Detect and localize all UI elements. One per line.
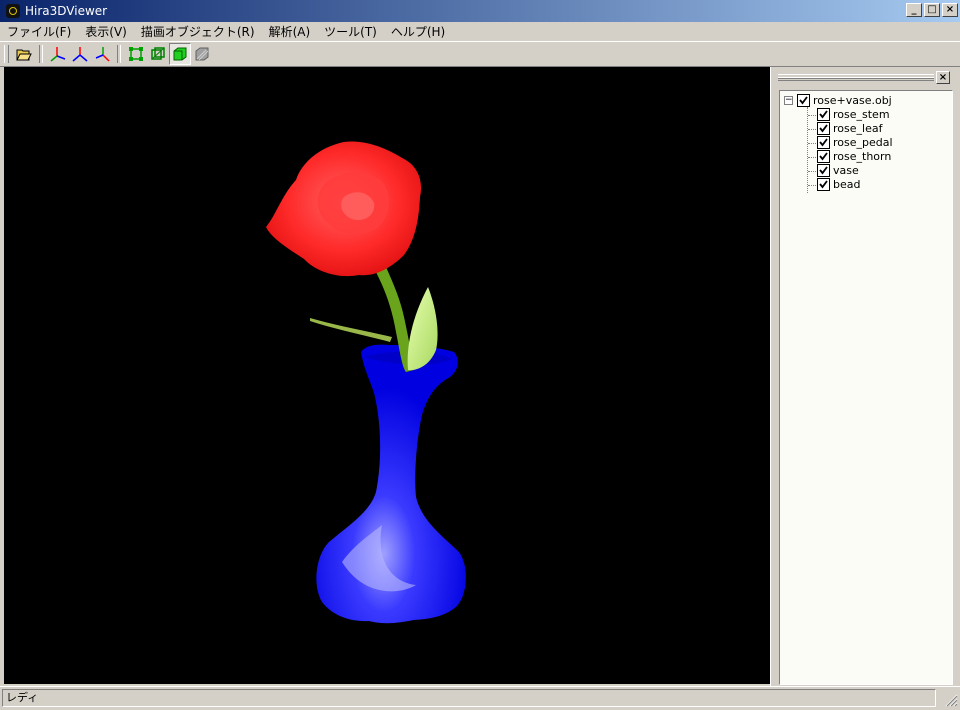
- menu-tools[interactable]: ツール(T): [317, 23, 384, 40]
- tree-item-label: vase: [833, 163, 859, 177]
- menu-render-object[interactable]: 描画オブジェクト(R): [134, 23, 262, 40]
- axes-xy-icon: [72, 47, 88, 62]
- app-icon: [6, 4, 20, 18]
- texture-view-icon: [195, 47, 209, 61]
- solid-mode-button[interactable]: [169, 43, 191, 65]
- axes-xyz-icon: [50, 47, 66, 62]
- menu-analysis[interactable]: 解析(A): [262, 23, 318, 40]
- view-xyz-button[interactable]: [47, 43, 69, 65]
- minimize-button[interactable]: _: [906, 3, 922, 17]
- toolbar-separator: [39, 45, 43, 63]
- tree-connector: [808, 129, 816, 130]
- tree-root-item[interactable]: − rose+vase.obj: [784, 93, 892, 107]
- texture-mode-button[interactable]: [191, 43, 213, 65]
- menu-file[interactable]: ファイル(F): [0, 23, 78, 40]
- object-tree[interactable]: − rose+vase.obj rose_stem rose_leaf rose…: [779, 90, 953, 685]
- close-button[interactable]: ×: [942, 3, 958, 17]
- view-xy-button[interactable]: [69, 43, 91, 65]
- rose-pedal-checkbox[interactable]: [817, 135, 830, 149]
- toolbar: [0, 41, 960, 67]
- menu-help[interactable]: ヘルプ(H): [384, 23, 452, 40]
- tree-item-rose-leaf[interactable]: rose_leaf: [817, 121, 882, 135]
- checkmark-icon: [819, 165, 828, 174]
- rose-stem-checkbox[interactable]: [817, 107, 830, 121]
- wireframe-view-icon: [151, 47, 165, 60]
- rose-thorn-shape: [310, 318, 392, 342]
- checkmark-icon: [799, 95, 808, 104]
- bead-checkbox[interactable]: [817, 177, 830, 191]
- tree-item-rose-pedal[interactable]: rose_pedal: [817, 135, 893, 149]
- tree-root-label: rose+vase.obj: [813, 93, 892, 107]
- root-checkbox[interactable]: [797, 93, 810, 107]
- tree-item-label: rose_leaf: [833, 121, 883, 135]
- checkmark-icon: [819, 109, 828, 118]
- tree-item-vase[interactable]: vase: [817, 163, 859, 177]
- 3d-viewport[interactable]: [4, 67, 770, 684]
- object-panel: × − rose+vase.obj rose_stem rose_leaf ro…: [776, 67, 956, 686]
- open-file-button[interactable]: [13, 43, 35, 65]
- wireframe-mode-button[interactable]: [147, 43, 169, 65]
- vase-checkbox[interactable]: [817, 163, 830, 177]
- menu-view[interactable]: 表示(V): [78, 23, 134, 40]
- tree-item-label: bead: [833, 177, 861, 191]
- status-text: レディ: [2, 689, 936, 707]
- tree-connector: [807, 107, 808, 193]
- solid-view-icon: [173, 47, 187, 61]
- toolbar-separator: [117, 45, 121, 63]
- status-bar: レディ: [0, 686, 960, 710]
- vertex-mode-button[interactable]: [125, 43, 147, 65]
- checkmark-icon: [819, 151, 828, 160]
- checkmark-icon: [819, 179, 828, 188]
- vertex-view-icon: [129, 47, 143, 61]
- checkmark-icon: [819, 137, 828, 146]
- panel-header[interactable]: ×: [776, 71, 956, 85]
- panel-close-button[interactable]: ×: [936, 71, 950, 84]
- tree-item-rose-thorn[interactable]: rose_thorn: [817, 149, 891, 163]
- tree-connector: [808, 171, 816, 172]
- tree-item-rose-stem[interactable]: rose_stem: [817, 107, 890, 121]
- tree-connector: [808, 115, 816, 116]
- rose-vase-render: [266, 141, 466, 624]
- tree-item-label: rose_stem: [833, 107, 890, 121]
- size-grip-icon[interactable]: [944, 693, 958, 707]
- maximize-button[interactable]: □: [924, 3, 940, 17]
- rose-thorn-checkbox[interactable]: [817, 149, 830, 163]
- tree-item-label: rose_thorn: [833, 149, 892, 163]
- view-zx-button[interactable]: [91, 43, 113, 65]
- open-folder-icon: [16, 49, 32, 61]
- axes-zx-icon: [95, 47, 110, 62]
- title-bar: Hira3DViewer _ □ ×: [0, 0, 960, 22]
- rose-leaf-checkbox[interactable]: [817, 121, 830, 135]
- tree-connector: [808, 157, 816, 158]
- checkmark-icon: [819, 123, 828, 132]
- tree-connector: [808, 185, 816, 186]
- collapse-icon[interactable]: −: [784, 95, 793, 105]
- menu-bar: ファイル(F) 表示(V) 描画オブジェクト(R) 解析(A) ツール(T) ヘ…: [0, 22, 960, 41]
- tree-item-label: rose_pedal: [833, 135, 893, 149]
- tree-connector: [808, 143, 816, 144]
- toolbar-grip[interactable]: [4, 45, 9, 63]
- window-title: Hira3DViewer: [25, 4, 108, 18]
- panel-grip[interactable]: [778, 74, 934, 81]
- tree-item-bead[interactable]: bead: [817, 177, 860, 191]
